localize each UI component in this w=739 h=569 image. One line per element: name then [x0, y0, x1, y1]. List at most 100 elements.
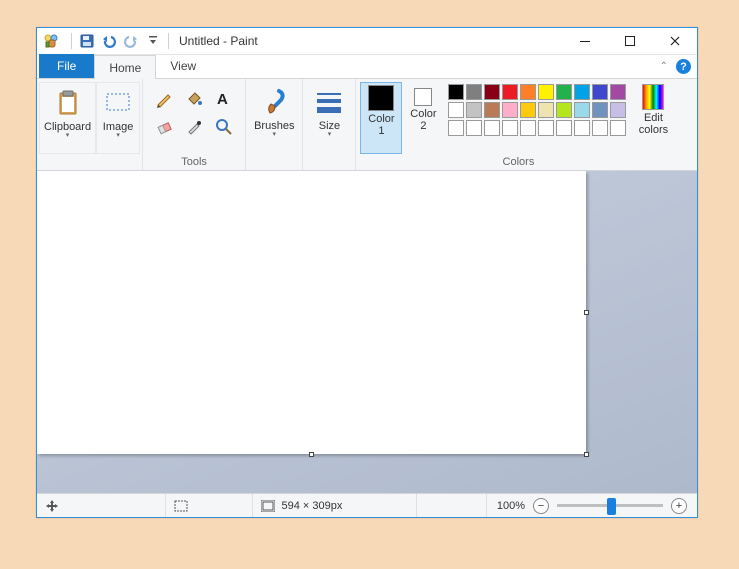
color-swatch[interactable] — [448, 120, 464, 136]
title-bar: Untitled - Paint — [37, 28, 697, 55]
edit-colors-label: Edit colors — [639, 112, 668, 136]
color-swatch[interactable] — [592, 120, 608, 136]
color-swatch[interactable] — [502, 84, 518, 100]
selection-icon — [174, 500, 188, 512]
tab-file-label: File — [57, 59, 76, 73]
dropdown-icon: ▾ — [116, 133, 120, 139]
color-swatch[interactable] — [484, 102, 500, 118]
color1-button[interactable]: Color 1 — [360, 82, 402, 154]
text-tool[interactable]: A — [213, 88, 235, 110]
color-swatch[interactable] — [484, 84, 500, 100]
color-swatch[interactable] — [520, 84, 536, 100]
color-swatch[interactable] — [610, 102, 626, 118]
resize-handle-corner[interactable] — [584, 452, 589, 457]
color-swatch[interactable] — [448, 102, 464, 118]
color-swatch[interactable] — [466, 120, 482, 136]
dropdown-icon: ▾ — [328, 132, 332, 138]
color1-swatch — [368, 85, 394, 111]
color-swatch[interactable] — [502, 120, 518, 136]
pencil-tool[interactable] — [153, 88, 175, 110]
color-swatch[interactable] — [592, 84, 608, 100]
color-swatch[interactable] — [574, 120, 590, 136]
color-swatch[interactable] — [592, 102, 608, 118]
svg-text:A: A — [217, 91, 228, 107]
clipboard-button[interactable]: Clipboard ▾ — [39, 82, 96, 154]
image-button[interactable]: Image ▾ — [96, 82, 140, 154]
clipboard-icon — [52, 87, 84, 119]
canvas-scroll-area[interactable] — [37, 171, 697, 493]
color-swatch[interactable] — [556, 102, 572, 118]
window-title: Untitled - Paint — [179, 34, 258, 48]
ribbon-collapse-button[interactable]: ⌃ — [660, 61, 668, 72]
zoom-slider[interactable] — [557, 504, 663, 507]
color-swatch[interactable] — [538, 120, 554, 136]
paint-window: Untitled - Paint File Home View ⌃ ? Clip… — [36, 27, 698, 518]
save-button[interactable] — [76, 30, 98, 52]
magnifier-tool[interactable] — [213, 116, 235, 138]
color-swatch[interactable] — [466, 84, 482, 100]
edit-colors-button[interactable]: Edit colors — [630, 82, 676, 154]
undo-button[interactable] — [98, 30, 120, 52]
brushes-button[interactable]: Brushes ▾ — [250, 82, 298, 154]
resize-handle-bottom[interactable] — [309, 452, 314, 457]
color-picker-tool[interactable] — [183, 116, 205, 138]
tab-file[interactable]: File — [39, 54, 94, 78]
color2-button[interactable]: Color 2 — [402, 82, 444, 154]
color-swatch[interactable] — [610, 84, 626, 100]
color-swatch[interactable] — [556, 120, 572, 136]
color-swatch[interactable] — [502, 102, 518, 118]
ribbon-tabs: File Home View ⌃ ? — [37, 55, 697, 79]
canvas-size-cell: 594 × 309px — [253, 494, 416, 517]
tab-home[interactable]: Home — [94, 55, 156, 79]
color-swatch[interactable] — [574, 84, 590, 100]
size-icon — [313, 86, 345, 118]
tab-view[interactable]: View — [156, 54, 210, 78]
color-swatch[interactable] — [538, 102, 554, 118]
app-icon — [41, 30, 63, 52]
color2-swatch — [414, 88, 432, 106]
redo-button[interactable] — [120, 30, 142, 52]
zoom-slider-thumb[interactable] — [607, 498, 616, 515]
color-swatch[interactable] — [520, 102, 536, 118]
canvas[interactable] — [37, 171, 586, 454]
color-swatch[interactable] — [574, 102, 590, 118]
help-button[interactable]: ? — [676, 59, 691, 74]
colors-group-label: Colors — [360, 156, 676, 170]
resize-handle-right[interactable] — [584, 310, 589, 315]
close-button[interactable] — [652, 28, 697, 55]
tab-home-label: Home — [109, 61, 141, 75]
quick-access-toolbar — [76, 28, 164, 54]
zoom-level: 100% — [497, 500, 525, 512]
color-swatch[interactable] — [484, 120, 500, 136]
eraser-tool[interactable] — [153, 116, 175, 138]
tools-group-label: Tools — [147, 156, 241, 170]
canvas-dimensions: 594 × 309px — [281, 500, 342, 512]
dropdown-icon: ▾ — [273, 132, 277, 138]
move-icon — [45, 499, 59, 513]
color-swatch[interactable] — [538, 84, 554, 100]
brush-icon — [258, 86, 290, 118]
minimize-button[interactable] — [562, 28, 607, 55]
color-swatch[interactable] — [466, 102, 482, 118]
qat-customize-button[interactable] — [142, 30, 164, 52]
zoom-in-button[interactable]: + — [671, 498, 687, 514]
color-swatch[interactable] — [610, 120, 626, 136]
tab-view-label: View — [170, 59, 196, 73]
dimensions-icon — [261, 500, 275, 512]
dropdown-icon: ▾ — [66, 133, 70, 139]
spectrum-icon — [642, 84, 664, 110]
selection-size-cell — [166, 494, 253, 517]
tools-grid: A — [147, 82, 241, 144]
zoom-out-button[interactable]: − — [533, 498, 549, 514]
window-controls — [562, 28, 697, 55]
color-swatch[interactable] — [520, 120, 536, 136]
color-swatch[interactable] — [448, 84, 464, 100]
color-swatch[interactable] — [556, 84, 572, 100]
ribbon: Clipboard ▾ Image ▾ . A — [37, 79, 697, 171]
status-bar: 594 × 309px 100% − + — [37, 493, 697, 517]
maximize-button[interactable] — [607, 28, 652, 55]
select-icon — [102, 87, 134, 119]
fill-tool[interactable] — [183, 88, 205, 110]
cursor-position-cell — [37, 494, 166, 517]
size-button[interactable]: Size ▾ — [307, 82, 351, 154]
